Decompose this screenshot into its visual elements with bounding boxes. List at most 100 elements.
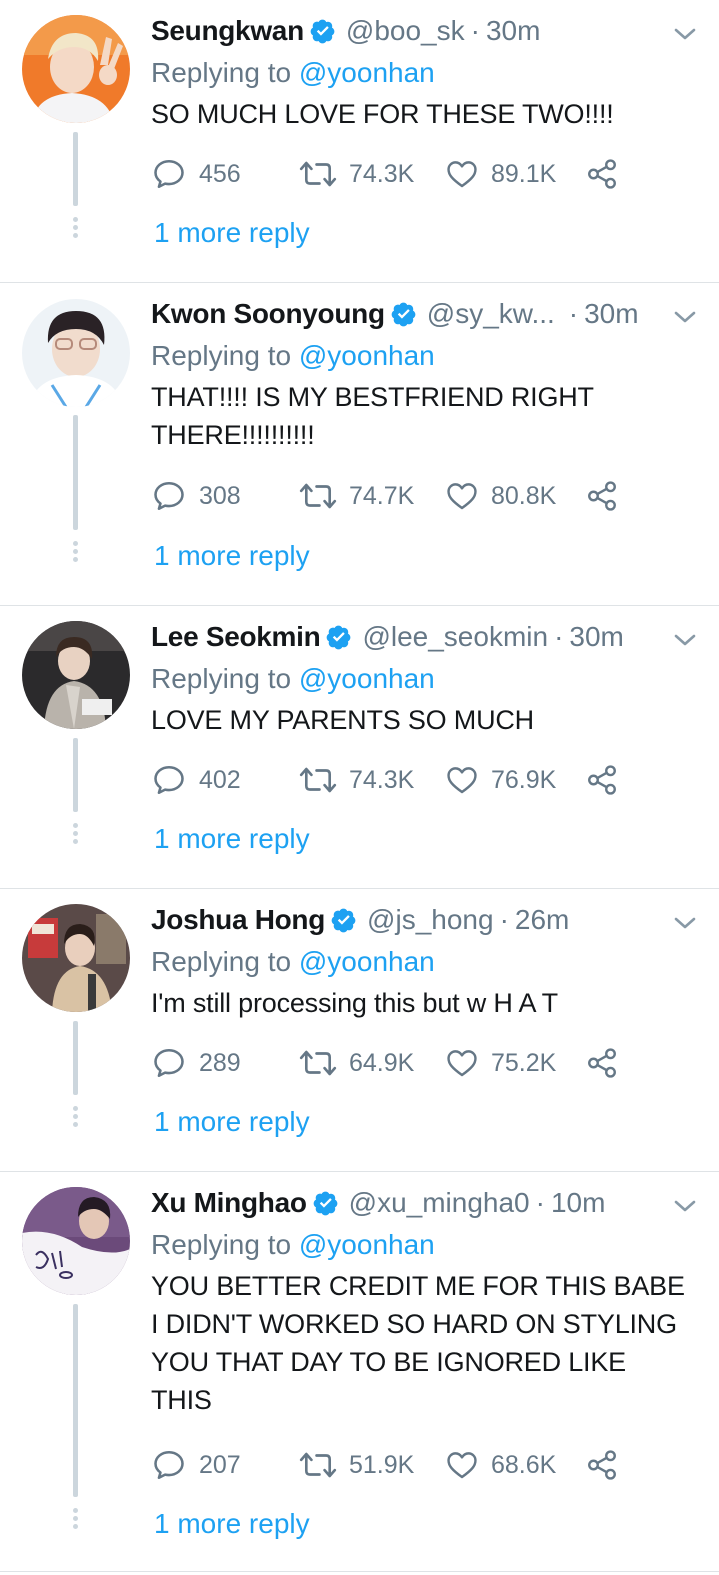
reply-count: 289 — [199, 1048, 241, 1077]
display-name[interactable]: Lee Seokmin — [151, 621, 321, 653]
tweet-text: THAT!!!! IS MY BESTFRIEND RIGHT THERE!!!… — [151, 382, 594, 450]
tweet-content: Seungkwan @boo_sk · 30m Replying to @yoo… — [151, 10, 699, 133]
display-name[interactable]: Seungkwan — [151, 15, 304, 47]
replying-to-mention[interactable]: @yoonhan — [299, 340, 435, 371]
like-icon — [447, 1050, 477, 1077]
tweet-text: LOVE MY PARENTS SO MUCH — [151, 705, 534, 735]
more-reply-link[interactable]: 1 more reply — [154, 536, 310, 576]
reply-action[interactable]: 289 — [151, 1045, 299, 1081]
tweet-header: Lee Seokmin @lee_seokmin · 30m — [151, 616, 699, 658]
retweet-action[interactable]: 64.9K — [299, 1045, 445, 1081]
timestamp[interactable]: 10m — [551, 1187, 605, 1219]
like-count: 68.6K — [491, 1450, 557, 1479]
thread-dots — [72, 823, 79, 847]
reply-action[interactable]: 456 — [151, 156, 299, 192]
reply-count: 402 — [199, 765, 241, 794]
like-action[interactable]: 75.2K — [445, 1046, 585, 1080]
share-icon — [588, 159, 616, 189]
reply-tweet[interactable]: Lee Seokmin @lee_seokmin · 30m Replying … — [0, 606, 719, 889]
reply-action[interactable]: 308 — [151, 478, 299, 514]
replying-prefix: Replying to — [151, 663, 299, 694]
like-action[interactable]: 80.8K — [445, 479, 585, 513]
reply-action[interactable]: 402 — [151, 762, 299, 798]
replying-prefix: Replying to — [151, 1229, 299, 1260]
share-icon — [588, 1450, 616, 1480]
thread-dots — [72, 1508, 79, 1532]
handle[interactable]: @lee_seokmin — [362, 621, 548, 653]
like-icon — [447, 483, 477, 510]
caret-down-icon[interactable] — [671, 913, 699, 933]
reply-tweet[interactable]: Seungkwan @boo_sk · 30m Replying to @yoo… — [0, 0, 719, 283]
replying-to: Replying to @yoonhan — [151, 941, 699, 983]
action-bar: 289 64.9K 75.2K — [151, 1043, 619, 1083]
reply-icon — [154, 1048, 184, 1078]
more-reply-link[interactable]: 1 more reply — [154, 819, 310, 859]
reply-action[interactable]: 207 — [151, 1447, 299, 1483]
reply-icon — [154, 1450, 184, 1480]
replying-to: Replying to @yoonhan — [151, 1224, 699, 1266]
reply-feed: Seungkwan @boo_sk · 30m Replying to @yoo… — [0, 0, 719, 1572]
tweet-text: YOU BETTER CREDIT ME FOR THIS BABE I DID… — [151, 1271, 685, 1415]
tweet-content: Joshua Hong @js_hong · 26m Replying to @… — [151, 899, 699, 1022]
handle[interactable]: @js_hong — [367, 904, 494, 936]
more-reply-link[interactable]: 1 more reply — [154, 1102, 310, 1142]
like-action[interactable]: 89.1K — [445, 157, 585, 191]
handle[interactable]: @boo_sk — [346, 15, 465, 47]
caret-down-icon[interactable] — [671, 307, 699, 327]
reply-icon — [154, 765, 184, 795]
display-name[interactable]: Kwon Soonyoung — [151, 298, 385, 330]
retweet-action[interactable]: 74.7K — [299, 478, 445, 514]
more-reply-link[interactable]: 1 more reply — [154, 1504, 310, 1544]
verified-badge-icon — [391, 302, 416, 327]
share-action[interactable] — [585, 157, 619, 191]
tweet-text: SO MUCH LOVE FOR THESE TWO!!!! — [151, 99, 614, 129]
avatar[interactable] — [22, 1187, 130, 1295]
avatar[interactable] — [22, 904, 130, 1012]
reply-count: 456 — [199, 159, 241, 188]
retweet-action[interactable]: 74.3K — [299, 762, 445, 798]
reply-tweet[interactable]: Kwon Soonyoung @sy_kw... · 30m Replying … — [0, 283, 719, 606]
share-action[interactable] — [585, 763, 619, 797]
verified-badge-icon — [310, 19, 335, 44]
verified-badge-icon — [327, 625, 351, 650]
avatar[interactable] — [22, 15, 130, 123]
thread-dots — [72, 1106, 79, 1130]
caret-down-icon[interactable] — [671, 24, 699, 44]
retweet-action[interactable]: 51.9K — [299, 1447, 445, 1483]
action-bar: 456 74.3K 89.1K — [151, 154, 619, 194]
like-count: 80.8K — [491, 481, 557, 510]
replying-prefix: Replying to — [151, 57, 299, 88]
timestamp[interactable]: 30m — [486, 15, 540, 47]
replying-to-mention[interactable]: @yoonhan — [299, 57, 435, 88]
handle[interactable]: @sy_kw... — [427, 298, 555, 330]
share-action[interactable] — [585, 1046, 619, 1080]
replying-to-mention[interactable]: @yoonhan — [299, 1229, 435, 1260]
like-action[interactable]: 76.9K — [445, 763, 585, 797]
share-action[interactable] — [585, 479, 619, 513]
share-icon — [588, 1048, 616, 1078]
replying-to: Replying to @yoonhan — [151, 335, 699, 377]
replying-to-mention[interactable]: @yoonhan — [299, 663, 435, 694]
reply-tweet[interactable]: Joshua Hong @js_hong · 26m Replying to @… — [0, 889, 719, 1172]
like-count: 76.9K — [491, 765, 557, 794]
timestamp[interactable]: 30m — [584, 298, 638, 330]
more-reply-link[interactable]: 1 more reply — [154, 213, 310, 253]
timestamp[interactable]: 26m — [515, 904, 569, 936]
retweet-count: 64.9K — [349, 1048, 415, 1077]
timestamp[interactable]: 30m — [569, 621, 623, 653]
reply-tweet[interactable]: Xu Minghao @xu_mingha0 · 10m Replying to… — [0, 1172, 719, 1572]
caret-down-icon[interactable] — [671, 630, 699, 650]
replying-to-mention[interactable]: @yoonhan — [299, 946, 435, 977]
avatar[interactable] — [22, 621, 130, 729]
handle[interactable]: @xu_mingha0 — [349, 1187, 530, 1219]
retweet-icon — [299, 1050, 337, 1076]
like-icon — [447, 1452, 477, 1479]
display-name[interactable]: Xu Minghao — [151, 1187, 307, 1219]
tweet-text: I'm still processing this but w H A T — [151, 988, 558, 1018]
display-name[interactable]: Joshua Hong — [151, 904, 325, 936]
avatar[interactable] — [22, 299, 130, 407]
caret-down-icon[interactable] — [671, 1196, 699, 1216]
like-action[interactable]: 68.6K — [445, 1448, 585, 1482]
share-action[interactable] — [585, 1448, 619, 1482]
retweet-action[interactable]: 74.3K — [299, 156, 445, 192]
